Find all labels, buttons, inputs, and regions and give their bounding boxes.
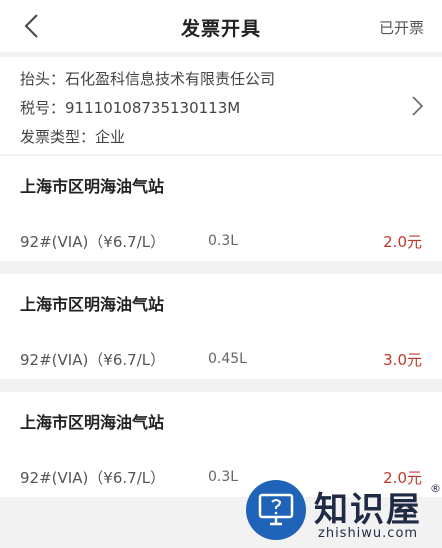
fuel-volume: 0.3L xyxy=(208,469,239,485)
issued-invoices-link[interactable]: 已开票 xyxy=(379,17,424,38)
page-title: 发票开具 xyxy=(180,18,261,40)
order-amount: 3.0元 xyxy=(383,351,422,369)
fuel-volume: 0.3L xyxy=(208,233,239,249)
station-name: 上海市区明海油气站 xyxy=(20,413,165,432)
monitor-question-icon xyxy=(258,493,294,526)
station-name: 上海市区明海油气站 xyxy=(20,295,165,314)
chevron-right-icon[interactable] xyxy=(410,95,424,117)
invoice-type-label: 发票类型： xyxy=(20,128,96,146)
tax-number-label: 税号： xyxy=(20,99,66,117)
fuel-grade-price: 92#(VIA)（¥6.7/L） xyxy=(20,233,166,251)
fuel-grade-price: 92#(VIA)（¥6.7/L） xyxy=(20,469,166,487)
fuel-grade-price: 92#(VIA)（¥6.7/L） xyxy=(20,351,166,369)
station-name: 上海市区明海油气站 xyxy=(20,177,165,196)
site-watermark: 知识屋 ® zhishiwu.com xyxy=(240,478,442,548)
top-nav-bar: 发票开具 已开票 xyxy=(0,0,442,52)
order-amount: 2.0元 xyxy=(383,233,422,251)
watermark-url: zhishiwu.com xyxy=(318,526,419,541)
tax-number-row: 税号：91110108735130113M xyxy=(20,97,240,118)
invoice-title-value: 石化盈科信息技术有限责任公司 xyxy=(65,70,276,88)
invoice-info-card[interactable]: 抬头：石化盈科信息技术有限责任公司 税号：91110108735130113M … xyxy=(0,57,442,154)
tax-number-value: 91110108735130113M xyxy=(65,99,241,117)
invoice-type-row: 发票类型：企业 xyxy=(20,126,125,147)
invoice-title-label: 抬头： xyxy=(20,70,66,88)
invoice-type-value: 企业 xyxy=(95,128,126,146)
fuel-volume: 0.45L xyxy=(208,351,247,367)
order-item[interactable]: 上海市区明海油气站 92#(VIA)（¥6.7/L） 0.45L 3.0元 xyxy=(0,274,442,379)
order-item[interactable]: 上海市区明海油气站 92#(VIA)（¥6.7/L） 0.3L 2.0元 xyxy=(0,156,442,261)
watermark-brand: 知识屋 xyxy=(314,490,422,530)
watermark-logo xyxy=(246,480,306,540)
invoice-title-row: 抬头：石化盈科信息技术有限责任公司 xyxy=(20,68,275,89)
watermark-registered-mark: ® xyxy=(430,482,441,495)
